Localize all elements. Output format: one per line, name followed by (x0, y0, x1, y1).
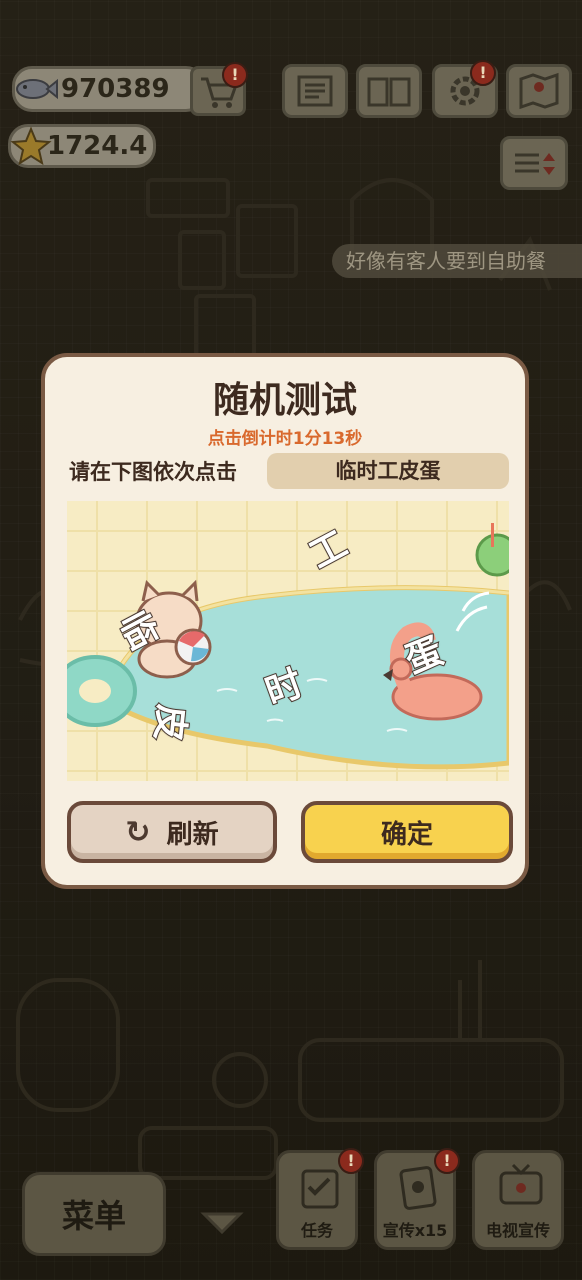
notification-ticker: 好像有客人要到自助餐 (332, 244, 582, 278)
chevron-down-icon[interactable] (198, 1208, 246, 1238)
sort-toggle-button[interactable] (500, 136, 568, 190)
refresh-button[interactable]: ↻ 刷新 (67, 801, 277, 863)
fish-count: 970389 (61, 74, 170, 104)
book-button[interactable] (356, 64, 422, 118)
star-icon (10, 126, 52, 166)
captcha-image[interactable]: 工 临 时 皮 蛋 (67, 501, 509, 781)
tv-promo-button[interactable]: 电视宣传 (472, 1150, 564, 1250)
promo-label: 宣传x15 (382, 1221, 448, 1240)
tasks-label: 任务 (300, 1221, 333, 1240)
star-currency-display: 1724.4 (8, 124, 156, 168)
cart-alert-badge: ! (222, 62, 248, 88)
map-icon (519, 72, 559, 110)
instruction-text: 请在下图依次点击 (69, 460, 237, 484)
target-word: 临时工皮蛋 (267, 453, 509, 489)
dialog-title: 随机测试 (212, 380, 357, 421)
newspaper-button[interactable] (282, 64, 348, 118)
confirm-label: 确定 (380, 819, 433, 850)
settings-alert-badge: ! (470, 60, 496, 86)
menu-label: 菜单 (61, 1197, 126, 1235)
fish-currency-display: 970389 (12, 66, 206, 112)
map-button[interactable] (506, 64, 572, 118)
promo-alert-badge: ! (434, 1148, 460, 1174)
newspaper-icon (297, 75, 333, 107)
countdown-text: 点击倒计时1分13秒 (207, 429, 363, 449)
menu-button[interactable]: 菜单 (22, 1172, 166, 1256)
confirm-button[interactable]: 确定 (301, 801, 513, 863)
tv-promo-label: 电视宣传 (485, 1221, 550, 1240)
book-icon (367, 77, 411, 107)
tasks-alert-badge: ! (338, 1148, 364, 1174)
star-count: 1724.4 (47, 131, 148, 161)
sort-arrows-icon (515, 153, 555, 175)
tv-icon (499, 1163, 543, 1205)
captcha-dialog: 随机测试 点击倒计时1分13秒 请在下图依次点击 临时工皮蛋 工 临 时 皮 蛋… (41, 353, 529, 889)
refresh-label: 刷新 (166, 819, 219, 850)
fish-icon (16, 78, 58, 100)
refresh-icon: ↻ (125, 814, 151, 850)
captcha-char[interactable]: 皮 (145, 702, 200, 744)
